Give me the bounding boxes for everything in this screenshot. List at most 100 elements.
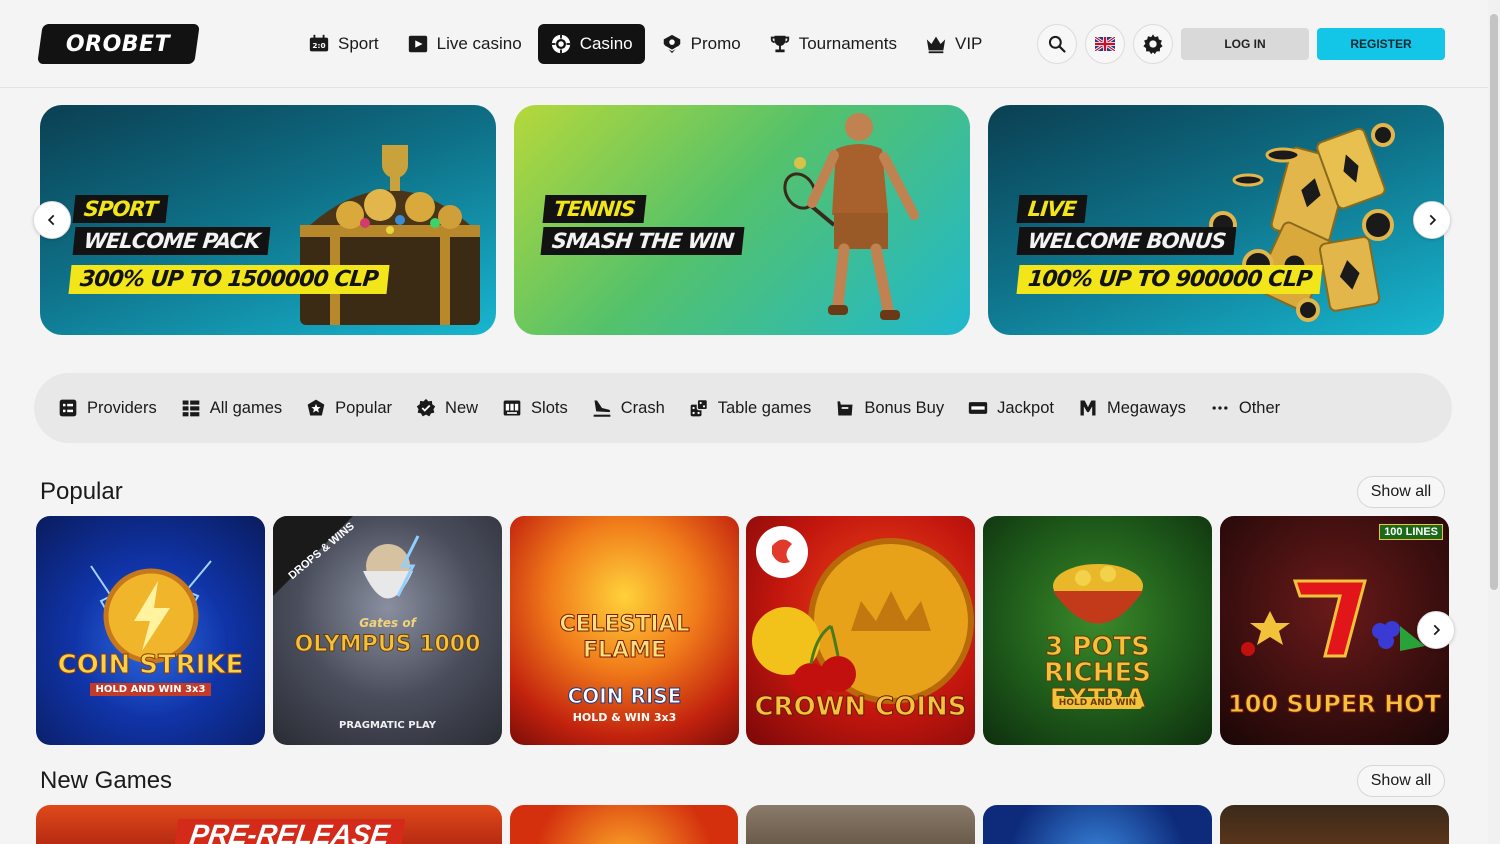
pre-release-label: PRE-RELEASE <box>173 819 406 844</box>
nav-live-casino[interactable]: Live casino <box>395 24 534 64</box>
seven-fruits-illustration <box>1241 579 1425 658</box>
category-crash[interactable]: Crash <box>592 398 665 418</box>
chevron-right-icon <box>1433 624 1441 636</box>
100-lines-badge: 100 LINES <box>1379 524 1443 540</box>
category-slots[interactable]: Slots <box>502 398 568 418</box>
popular-section-title: Popular <box>40 478 123 505</box>
star-badge-icon <box>307 399 325 416</box>
more-icon <box>1212 406 1228 410</box>
game-tile-3-pots-riches[interactable]: 3 POTS RICHES EXTRA HOLD AND WIN <box>983 516 1212 745</box>
coin-rise-logo: COIN RISE <box>567 684 682 709</box>
settings-button[interactable] <box>1133 24 1173 64</box>
chevron-left-icon <box>47 214 55 226</box>
dice-icon <box>690 399 708 417</box>
banner2-line2: SMASH THE WIN <box>540 227 745 255</box>
header: OROBET 2:0 Sport Live casino Casino Prom… <box>0 0 1488 88</box>
casino-chip-icon <box>551 34 570 54</box>
game-category-bar: Providers All games Popular New Slots Cr… <box>34 373 1452 443</box>
banner-prev-button[interactable] <box>33 201 71 239</box>
category-slots-label: Slots <box>531 398 568 417</box>
category-providers-label: Providers <box>87 398 157 417</box>
nav-sport[interactable]: 2:0 Sport <box>296 24 391 64</box>
banner1-line3: 300% UP TO 1500000 CLP <box>68 265 390 294</box>
popular-show-all-button[interactable]: Show all <box>1357 476 1445 508</box>
game-tile-celestial-flame[interactable]: CELESTIAL FLAME COIN RISE HOLD & WIN 3x3 <box>510 516 739 745</box>
jackpot-icon <box>968 402 988 414</box>
language-button[interactable] <box>1085 24 1125 64</box>
scrollbar-thumb[interactable] <box>1490 14 1498 590</box>
new-game-tile-pre-release[interactable]: PRE-RELEASE <box>36 805 502 844</box>
banner2-line1: TENNIS <box>542 195 647 223</box>
crown-icon <box>926 36 946 54</box>
nav-tournaments-label: Tournaments <box>798 34 897 53</box>
search-icon <box>1048 35 1066 53</box>
orobet-logo[interactable]: OROBET <box>37 24 200 64</box>
game-tile-gates-of-olympus[interactable]: DROPS & WINS Gates of OLYMPUS 1000 PRAGM… <box>273 516 502 745</box>
category-popular[interactable]: Popular <box>306 398 392 418</box>
category-popular-label: Popular <box>335 398 393 417</box>
category-other[interactable]: Other <box>1210 398 1280 418</box>
search-button[interactable] <box>1037 24 1077 64</box>
chevron-right-icon <box>1429 214 1437 226</box>
tennis-player-illustration <box>783 113 919 320</box>
login-button[interactable]: LOG IN <box>1181 28 1309 60</box>
banner-sport-welcome[interactable]: SPORT WELCOME PACK 300% UP TO 1500000 CL… <box>40 105 496 335</box>
nav-promo-label: Promo <box>690 34 741 53</box>
new-game-tile-3[interactable] <box>746 805 975 844</box>
providers-icon <box>59 399 77 417</box>
crown-coins-title: CROWN COINS <box>754 692 967 723</box>
olympus-title: OLYMPUS 1000 <box>294 632 481 658</box>
celestial-flame-subtitle: HOLD & WIN 3x3 <box>572 711 677 724</box>
svg-text:2:0: 2:0 <box>312 41 325 50</box>
new-badge-icon <box>416 398 436 417</box>
category-providers[interactable]: Providers <box>58 398 157 418</box>
coin-strike-title: COIN STRIKE <box>57 650 244 681</box>
olympus-provider: PRAGMATIC PLAY <box>339 720 436 731</box>
banner1-line1: SPORT <box>72 195 169 223</box>
category-other-label: Other <box>1238 398 1281 417</box>
new-games-show-all-button[interactable]: Show all <box>1357 765 1445 797</box>
new-game-tile-2[interactable] <box>510 805 738 844</box>
banner-live-welcome[interactable]: LIVE WELCOME BONUS 100% UP TO 900000 CLP <box>988 105 1444 335</box>
logo-text: OROBET <box>66 31 171 57</box>
banner3-line3: 100% UP TO 900000 CLP <box>1016 265 1323 294</box>
treasure-chest-illustration <box>300 145 480 325</box>
nav-vip-label: VIP <box>954 34 983 53</box>
nav-vip[interactable]: VIP <box>913 24 994 64</box>
category-all-games[interactable]: All games <box>181 398 282 418</box>
page-scrollbar[interactable] <box>1488 0 1500 844</box>
category-jackpot[interactable]: Jackpot <box>968 398 1054 418</box>
banner3-line2: WELCOME BONUS <box>1016 227 1237 255</box>
slot-machine-icon <box>503 400 521 416</box>
game-tile-coin-strike[interactable]: COIN STRIKE HOLD AND WIN 3x3 <box>36 516 265 745</box>
uk-flag-icon <box>1095 37 1115 51</box>
category-new-label: New <box>445 398 479 417</box>
nav-tournaments[interactable]: Tournaments <box>757 24 909 64</box>
gift-icon <box>663 34 680 54</box>
banner-next-button[interactable] <box>1413 201 1451 239</box>
shopping-bag-icon <box>837 401 853 416</box>
new-game-tile-4[interactable] <box>983 805 1212 844</box>
game-tile-crown-coins[interactable]: CROWN COINS <box>746 516 975 745</box>
register-button[interactable]: REGISTER <box>1317 28 1445 60</box>
zeus-illustration <box>363 535 420 599</box>
category-bonus-buy[interactable]: Bonus Buy <box>835 398 944 418</box>
category-jackpot-label: Jackpot <box>997 398 1054 417</box>
popular-next-button[interactable] <box>1417 611 1455 649</box>
banner-tennis[interactable]: TENNIS SMASH THE WIN <box>514 105 970 335</box>
game-tile-100-super-hot[interactable]: 100 LINES 100 SUPER HOT <box>1220 516 1449 745</box>
category-all-games-label: All games <box>209 398 283 417</box>
gear-icon <box>1143 34 1163 55</box>
celestial-flame-title: CELESTIAL FLAME <box>559 612 690 664</box>
category-table-games-label: Table games <box>717 398 812 417</box>
scoreboard-icon: 2:0 <box>309 34 329 52</box>
nav-casino[interactable]: Casino <box>537 24 645 64</box>
new-game-tile-5[interactable] <box>1220 805 1449 844</box>
trophy-icon <box>770 35 789 53</box>
category-crash-label: Crash <box>620 398 665 417</box>
nav-promo[interactable]: Promo <box>649 24 753 64</box>
category-new[interactable]: New <box>416 398 478 418</box>
category-megaways[interactable]: Megaways <box>1078 398 1186 418</box>
grid-icon <box>182 400 200 417</box>
category-table-games[interactable]: Table games <box>689 398 812 418</box>
